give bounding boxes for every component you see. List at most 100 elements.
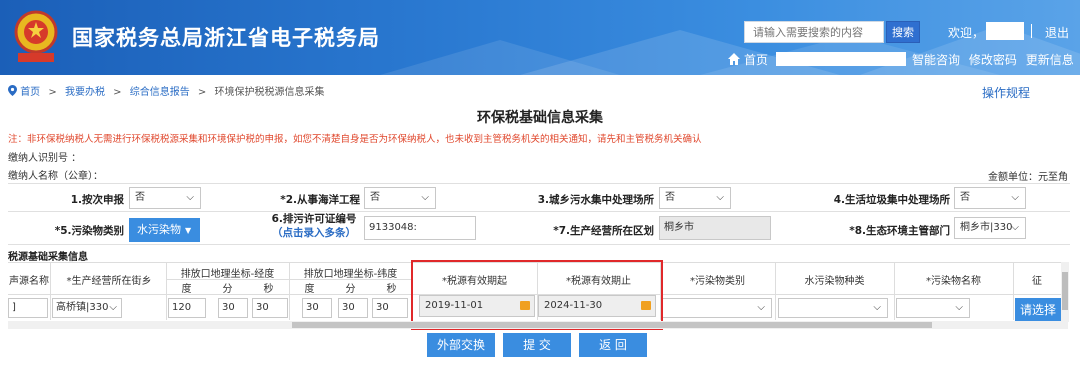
select-button[interactable]: 请选择 (1015, 298, 1061, 322)
page-title: 环保税基础信息采集 (477, 110, 603, 126)
table-line (1013, 262, 1014, 320)
amount-unit-label: 金额单位：元至角 (988, 172, 1068, 183)
chevron-down-icon: ⌵ (873, 302, 881, 313)
f8-label: *8.生态环境主管部门 (849, 225, 950, 237)
col-header-more: 征 (1032, 276, 1042, 287)
col-header-street: *生产经营所在街乡 (66, 276, 152, 287)
f5-label: *5.污染物类别 (54, 225, 124, 237)
table-line (894, 262, 895, 320)
lat-deg-input[interactable]: 30 (302, 298, 332, 318)
header-divider (1031, 24, 1032, 38)
f2-select[interactable]: 否 ⌵ (364, 187, 436, 209)
permit-number-input[interactable]: 9133048: (364, 216, 476, 240)
f1-label: 1.按次申报 (70, 194, 124, 206)
f2-value: 否 (370, 192, 380, 203)
chevron-down-icon: ⌵ (109, 302, 117, 313)
horizontal-scroll-thumb[interactable] (292, 322, 932, 328)
f1-select[interactable]: 否 ⌵ (129, 187, 201, 209)
chevron-down-icon: ⌵ (1011, 222, 1019, 233)
col-header-lat-sec: 秒 (386, 284, 397, 295)
f1-value: 否 (135, 192, 145, 203)
col-header-pollutant-name: *污染物名称 (926, 276, 981, 287)
f5-value: 水污染物 (137, 223, 181, 236)
chevron-down-icon: ⌵ (955, 302, 963, 313)
nav-smart-consult[interactable]: 智能咨询 (912, 53, 960, 67)
chevron-down-icon: ⌵ (186, 192, 194, 203)
lat-min-input[interactable]: 30 (338, 298, 368, 318)
taxpayer-name-label: 缴纳人名称（公章）： (8, 171, 103, 182)
f7-label: *7.生产经营所在区划 (553, 225, 654, 237)
divider (8, 183, 1070, 184)
col-header-longitude: 排放口地理坐标-经度 (180, 269, 275, 280)
lon-min-input[interactable]: 30 (218, 298, 248, 318)
redacted-bar (776, 52, 906, 66)
col-header-lon-min: 分 (222, 284, 233, 295)
pollutant-name-select[interactable]: ⌵ (896, 298, 970, 318)
nav-change-password[interactable]: 修改密码 (969, 53, 1017, 67)
highlight-box (411, 260, 663, 330)
nav-update-info[interactable]: 更新信息 (1026, 53, 1074, 67)
lon-sec-input[interactable]: 30 (252, 298, 288, 318)
col-header-water-type: 水污染物种类 (804, 276, 865, 287)
home-icon[interactable] (727, 52, 741, 66)
district-field: 桐乡市 (659, 216, 771, 240)
col-header-latitude: 排放口地理坐标-纬度 (303, 269, 398, 280)
f4-select[interactable]: 否 ⌵ (954, 187, 1026, 209)
site-header: 国家税务总局浙江省电子税务局 搜索 欢迎， 退出 首页 智能咨询 修改密码 更新… (0, 0, 1080, 75)
f3-value: 否 (665, 192, 675, 203)
f6-label-text: 6.排污许可证编号 (271, 213, 357, 225)
f4-value: 否 (960, 192, 970, 203)
col-header-lat-deg: 度 (304, 284, 315, 295)
breadcrumb-separator: > (48, 87, 57, 98)
breadcrumb-home[interactable]: 首页 (20, 87, 40, 98)
table-line (50, 262, 51, 320)
col-header-lat-min: 分 (345, 284, 356, 295)
lat-sec-input[interactable]: 30 (372, 298, 408, 318)
source-name-input[interactable]: ] (8, 298, 48, 318)
breadcrumb-tax[interactable]: 我要办税 (65, 87, 105, 98)
caret-down-icon: ▼ (185, 226, 192, 235)
breadcrumb-current: 环境保护税税源信息采集 (214, 87, 325, 98)
notice-text: 注：非环保税纳税人无需进行环保税税源采集和环境保护税的申报，如您不清楚自身是否为… (8, 134, 702, 145)
f6-label: 6.排污许可证编号 （点击录入多条） (268, 212, 360, 240)
back-button[interactable]: 返 回 (579, 333, 647, 357)
operation-guide-link[interactable]: 操作规程 (982, 84, 1030, 101)
search-button[interactable]: 搜索 (886, 21, 920, 43)
street-select[interactable]: 高桥镇|330 ⌵ (52, 298, 122, 318)
f8-select[interactable]: 桐乡市|330 ⌵ (954, 217, 1026, 239)
tax-emblem-logo (14, 10, 58, 62)
breadcrumb-separator: > (197, 87, 207, 98)
header-nav: 智能咨询 修改密码 更新信息 (912, 51, 1079, 68)
taxpayer-id-label: 缴纳人识别号 ： (8, 153, 82, 164)
chevron-down-icon: ⌵ (1011, 192, 1019, 203)
welcome-text: 欢迎， (948, 26, 985, 40)
external-exchange-button[interactable]: 外部交换 (427, 333, 495, 357)
submit-button[interactable]: 提 交 (503, 333, 571, 357)
home-link[interactable]: 首页 (744, 51, 768, 68)
divider (8, 211, 1070, 212)
pollutant-type-select[interactable]: ⌵ (662, 298, 772, 318)
col-header-pollutant-type: *污染物类别 (690, 276, 745, 287)
breadcrumb-report[interactable]: 综合信息报告 (130, 87, 190, 98)
breadcrumb-separator: > (113, 87, 122, 98)
table-line (775, 262, 776, 320)
f3-select[interactable]: 否 ⌵ (659, 187, 731, 209)
chevron-down-icon: ⌵ (757, 302, 765, 313)
lon-deg-input[interactable]: 120 (168, 298, 206, 318)
col-header-lon-sec: 秒 (263, 284, 274, 295)
logout-link[interactable]: 退出 (1045, 24, 1069, 41)
col-header-source-name: 声源名称 (9, 276, 49, 287)
vertical-scroll-thumb[interactable] (1062, 272, 1068, 310)
f8-value: 桐乡市|330 (960, 222, 1013, 233)
breadcrumb: 首页 > 我要办税 > 综合信息报告 > 环境保护税税源信息采集 (8, 83, 324, 98)
section-title: 税源基础采集信息 (8, 252, 88, 263)
water-type-select[interactable]: ⌵ (778, 298, 888, 318)
username-redacted (986, 22, 1024, 40)
search-input[interactable] (744, 21, 884, 43)
pollutant-type-dropdown-button[interactable]: 水污染物 ▼ (129, 218, 200, 242)
chevron-down-icon: ⌵ (421, 192, 429, 203)
f6-multi-entry-link[interactable]: （点击录入多条） (268, 226, 360, 240)
divider (8, 244, 1070, 245)
f2-label: *2.从事海洋工程 (280, 194, 360, 206)
col-header-lon-deg: 度 (181, 284, 192, 295)
